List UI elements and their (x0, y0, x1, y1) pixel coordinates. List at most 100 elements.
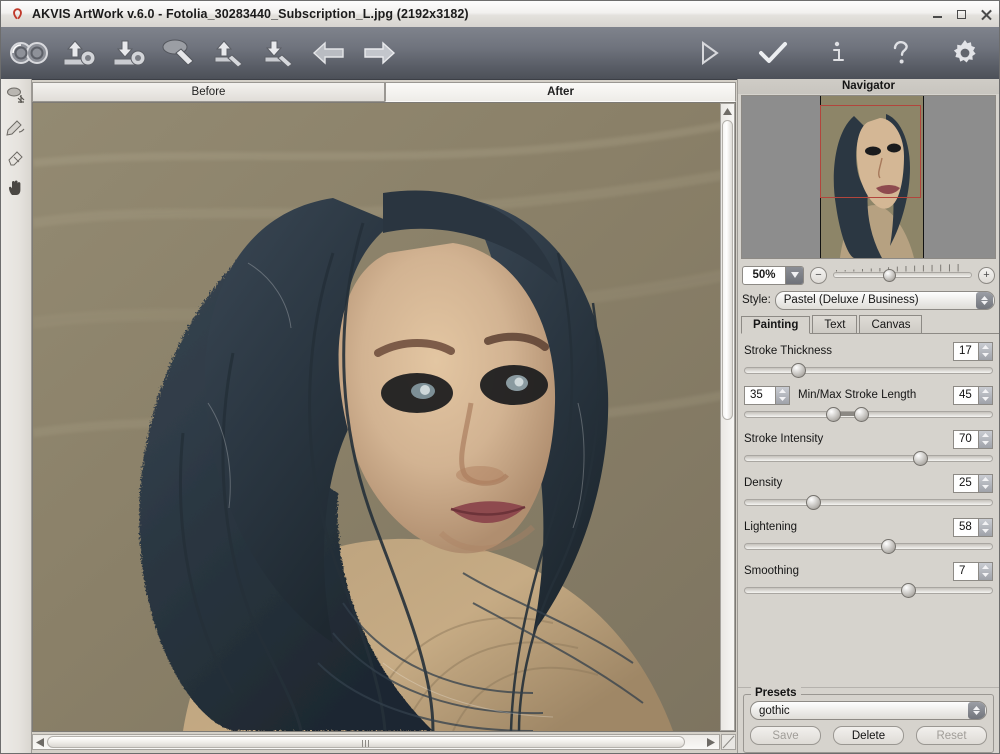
stroke-intensity-spinner[interactable]: 70 (953, 430, 993, 449)
parameter-tabs: Painting Text Canvas (741, 314, 999, 334)
apply-button[interactable] (751, 32, 795, 74)
zoom-slider-ticks (833, 261, 972, 269)
akvis-horseshoe-logo-icon (6, 3, 28, 25)
slider-handle[interactable] (901, 583, 916, 598)
slider-handle-max[interactable] (854, 407, 869, 422)
lightening-spinner[interactable]: 58 (953, 518, 993, 537)
preset-select[interactable]: gothic (750, 701, 987, 720)
stepper-up-icon[interactable] (979, 563, 992, 572)
stroke-thickness-spinner[interactable]: 17 (953, 342, 993, 361)
stepper-down-icon[interactable] (776, 395, 789, 404)
help-button[interactable] (879, 32, 923, 74)
stepper-down-icon[interactable] (979, 571, 992, 580)
scroll-right-icon[interactable] (707, 738, 715, 747)
zoom-slider-handle[interactable] (883, 269, 896, 282)
slider-handle[interactable] (791, 363, 806, 378)
stepper-up-icon[interactable] (979, 387, 992, 396)
before-after-toggle-button[interactable] (7, 32, 51, 74)
smoothing-slider[interactable] (744, 583, 993, 598)
save-settings-button[interactable] (107, 32, 151, 74)
navigator-viewport-frame[interactable] (820, 105, 921, 198)
maximize-button[interactable] (956, 8, 969, 21)
preset-spinner-icon[interactable] (968, 702, 985, 719)
stepper-up-icon[interactable] (979, 431, 992, 440)
scroll-up-icon[interactable] (721, 104, 734, 118)
stroke-length-max-spinner[interactable]: 45 (953, 386, 993, 405)
style-label: Style: (742, 294, 771, 306)
vertical-scroll-thumb[interactable] (722, 120, 733, 420)
toolbar-right-group (687, 32, 987, 74)
load-strokes-button[interactable] (207, 32, 251, 74)
canvas-horizontal-scrollbar[interactable] (32, 734, 720, 750)
slider-handle[interactable] (881, 539, 896, 554)
stroke-intensity-slider[interactable] (744, 451, 993, 466)
min-max-stroke-length-slider[interactable] (744, 407, 993, 422)
reset-preset-button[interactable]: Reset (916, 726, 987, 745)
redo-button[interactable] (357, 32, 401, 74)
slider-handle[interactable] (806, 495, 821, 510)
preset-buttons: Save Delete Reset (750, 726, 987, 745)
tab-painting[interactable]: Painting (741, 316, 810, 334)
hand-tool[interactable] (1, 172, 31, 203)
lightening-slider[interactable] (744, 539, 993, 554)
scrollbar-corner-resize[interactable] (721, 734, 736, 750)
load-settings-button[interactable] (57, 32, 101, 74)
scroll-left-icon[interactable] (36, 738, 44, 747)
slider-handle-min[interactable] (826, 407, 841, 422)
pencil-tool[interactable] (1, 110, 31, 141)
zoom-level-value: 50% (743, 269, 785, 281)
param-smoothing: Smoothing 7 (744, 561, 993, 598)
undo-button[interactable] (307, 32, 351, 74)
density-slider[interactable] (744, 495, 993, 510)
stepper-down-icon[interactable] (979, 483, 992, 492)
tab-canvas[interactable]: Canvas (859, 315, 922, 333)
smoothing-stepper[interactable] (978, 563, 992, 580)
tab-text[interactable]: Text (812, 315, 857, 333)
stroke-thickness-stepper[interactable] (978, 343, 992, 360)
lightening-stepper[interactable] (978, 519, 992, 536)
save-preset-button[interactable]: Save (750, 726, 821, 745)
zoom-in-button[interactable]: + (978, 267, 995, 284)
horizontal-scroll-thumb[interactable] (47, 736, 685, 748)
stepper-up-icon[interactable] (979, 343, 992, 352)
navigator-preview[interactable] (741, 95, 996, 259)
style-spinner-icon[interactable] (976, 292, 993, 309)
stroke-thickness-slider[interactable] (744, 363, 993, 378)
stroke-direction-button[interactable] (157, 32, 201, 74)
delete-preset-button[interactable]: Delete (833, 726, 904, 745)
stepper-down-icon[interactable] (979, 527, 992, 536)
density-spinner[interactable]: 25 (953, 474, 993, 493)
run-button[interactable] (687, 32, 731, 74)
style-select[interactable]: Pastel (Deluxe / Business) (775, 291, 995, 310)
stepper-up-icon[interactable] (776, 387, 789, 396)
stepper-down-icon[interactable] (979, 439, 992, 448)
zoom-out-button[interactable]: − (810, 267, 827, 284)
stepper-up-icon[interactable] (979, 519, 992, 528)
image-canvas[interactable] (32, 102, 736, 732)
zoom-level-select[interactable]: 50% (742, 266, 804, 285)
density-stepper[interactable] (978, 475, 992, 492)
eraser-tool[interactable] (1, 141, 31, 172)
smoothing-spinner[interactable]: 7 (953, 562, 993, 581)
preferences-gear-icon[interactable] (943, 32, 987, 74)
stepper-down-icon[interactable] (979, 351, 992, 360)
close-button[interactable] (980, 8, 993, 21)
about-button[interactable] (815, 32, 859, 74)
minimize-button[interactable] (932, 8, 945, 21)
stroke-length-min-stepper[interactable] (775, 387, 789, 404)
stroke-length-max-stepper[interactable] (978, 387, 992, 404)
stepper-up-icon[interactable] (979, 475, 992, 484)
slider-track (744, 367, 993, 374)
canvas-vertical-scrollbar[interactable] (720, 103, 735, 731)
zoom-slider[interactable] (833, 268, 972, 283)
save-strokes-button[interactable] (257, 32, 301, 74)
stroke-intensity-stepper[interactable] (978, 431, 992, 448)
slider-handle[interactable] (913, 451, 928, 466)
settings-panel: Navigator 50% (737, 79, 999, 754)
tab-after[interactable]: After (385, 82, 736, 102)
stepper-down-icon[interactable] (979, 395, 992, 404)
tab-before[interactable]: Before (32, 82, 385, 102)
stroke-direction-tool[interactable] (1, 79, 31, 110)
chevron-down-icon[interactable] (785, 267, 803, 284)
stroke-length-min-spinner[interactable]: 35 (744, 386, 790, 405)
